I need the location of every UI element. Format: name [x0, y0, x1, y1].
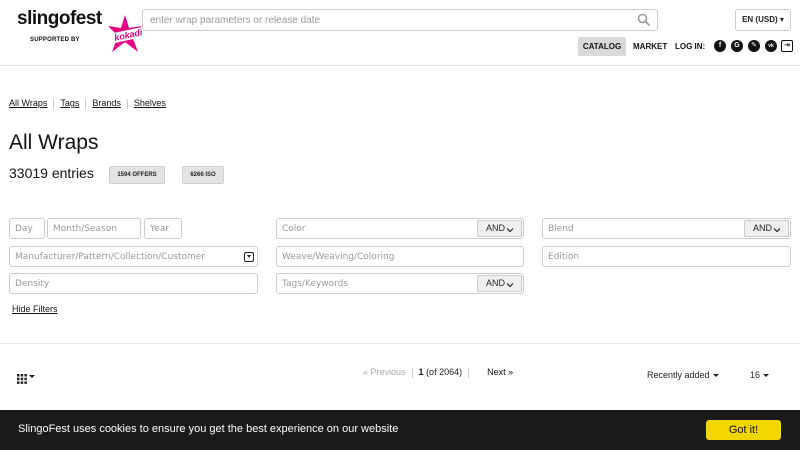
and-label: AND [486, 278, 506, 288]
breadcrumb-brands[interactable]: Brands [92, 98, 121, 108]
weave-field[interactable] [276, 246, 524, 267]
caret-down-icon [763, 374, 770, 378]
grid-view-icon[interactable] [17, 371, 27, 384]
chevron-down-icon [506, 279, 514, 288]
blend-field[interactable]: AND [542, 218, 791, 239]
and-label: AND [753, 223, 773, 233]
page-total: (of 2064) [426, 367, 463, 377]
chevron-down-icon [506, 224, 514, 233]
current-page: 1 [418, 367, 424, 377]
entries-count: 33019 entries [9, 165, 94, 181]
next-page-link[interactable]: Next » [487, 367, 513, 377]
tags-and-toggle[interactable]: AND [477, 275, 522, 292]
tags-field[interactable]: AND [276, 273, 524, 294]
expand-icon[interactable] [244, 252, 254, 262]
breadcrumb: All Wraps Tags Brands Shelves [9, 98, 166, 109]
search-icon[interactable] [637, 13, 651, 27]
search-box[interactable] [142, 9, 658, 31]
breadcrumb-all-wraps[interactable]: All Wraps [9, 98, 47, 108]
breadcrumb-divider [53, 98, 55, 109]
facebook-icon[interactable]: f [714, 40, 726, 52]
login-box-icon[interactable]: ⇥ [781, 40, 793, 52]
day-input[interactable] [10, 219, 44, 238]
pagination-divider [468, 367, 470, 378]
year-input[interactable] [145, 219, 181, 238]
per-page-label: 16 [750, 370, 761, 380]
sort-dropdown[interactable]: Recently added [647, 370, 719, 380]
pencil-login-icon[interactable]: ✎ [748, 40, 760, 52]
color-and-toggle[interactable]: AND [477, 220, 522, 237]
breadcrumb-shelves[interactable]: Shelves [134, 98, 166, 108]
nav-catalog[interactable]: CATALOG [578, 37, 626, 56]
day-field[interactable] [9, 218, 45, 239]
site-header: slingofest SUPPORTED BY kokadi EN (USD) … [0, 0, 800, 66]
density-input[interactable] [10, 274, 257, 293]
edition-input[interactable] [543, 247, 790, 266]
nav-market[interactable]: MARKET [633, 37, 667, 56]
breadcrumb-tags[interactable]: Tags [60, 98, 79, 108]
caret-down-icon [712, 374, 719, 378]
iso-badge[interactable]: 6266 ISO [182, 166, 224, 184]
month-input[interactable] [48, 219, 140, 238]
manufacturer-input[interactable] [10, 247, 257, 266]
and-label: AND [486, 223, 506, 233]
logo-subtitle: SUPPORTED BY [30, 37, 80, 43]
logo-text: slingofest [17, 8, 102, 29]
sort-label: Recently added [647, 370, 710, 380]
pagination: « Previous 1 (of 2064) Next » [363, 367, 513, 378]
manufacturer-field[interactable] [9, 246, 258, 267]
chevron-down-icon [773, 224, 781, 233]
pagination-divider [411, 367, 413, 378]
language-currency-dropdown[interactable]: EN (USD) ▾ [735, 9, 791, 31]
nav-login-label: LOG IN: [675, 42, 706, 51]
google-icon[interactable]: G [731, 40, 743, 52]
per-page-dropdown[interactable]: 16 [750, 370, 770, 380]
cookie-banner: SlingoFest uses cookies to ensure you ge… [0, 410, 800, 450]
density-field[interactable] [9, 273, 258, 294]
year-field[interactable] [144, 218, 182, 239]
edition-field[interactable] [542, 246, 791, 267]
page-title: All Wraps [9, 131, 99, 154]
cookie-message: SlingoFest uses cookies to ensure you ge… [18, 423, 399, 435]
month-field[interactable] [47, 218, 141, 239]
search-input[interactable] [143, 10, 633, 30]
blend-and-toggle[interactable]: AND [744, 220, 789, 237]
previous-page-link[interactable]: « Previous [363, 367, 406, 377]
weave-input[interactable] [277, 247, 523, 266]
hide-filters-link[interactable]: Hide Filters [12, 304, 58, 314]
section-divider [0, 343, 800, 344]
site-logo[interactable]: slingofest SUPPORTED BY kokadi [17, 8, 147, 54]
offers-badge[interactable]: 1594 OFFERS [109, 166, 165, 184]
breadcrumb-divider [85, 98, 87, 109]
vk-icon[interactable]: vk [765, 40, 777, 52]
color-field[interactable]: AND [276, 218, 524, 239]
cookie-accept-button[interactable]: Got it! [706, 420, 781, 440]
caret-down-icon[interactable] [29, 375, 35, 378]
breadcrumb-divider [126, 98, 128, 109]
